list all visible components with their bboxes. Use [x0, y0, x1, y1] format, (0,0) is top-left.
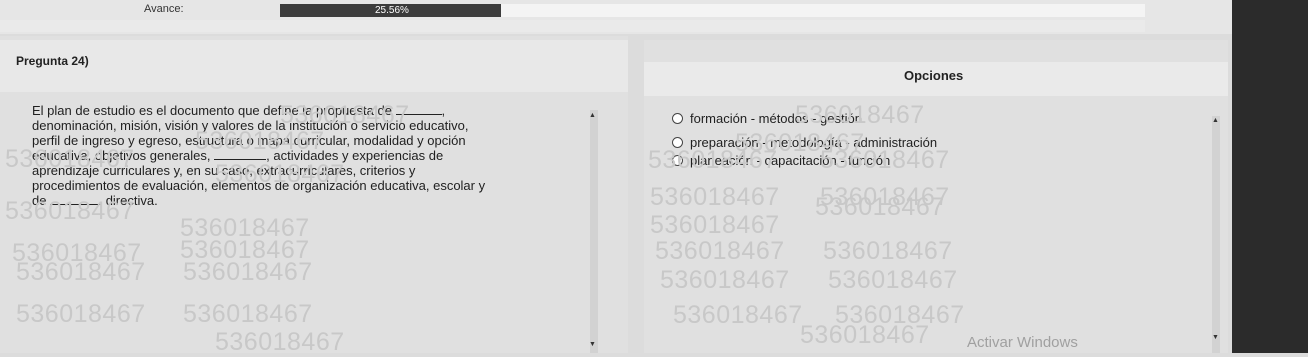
scroll-up-icon[interactable]: ▲ — [589, 112, 596, 119]
radio-icon[interactable] — [672, 155, 683, 166]
option-2[interactable]: preparación - metodología - administraci… — [672, 135, 937, 150]
question-line: educativa, objetivos generales, , activi… — [32, 148, 587, 163]
scroll-down-icon[interactable]: ▼ — [589, 341, 596, 348]
option-label: formación - métodos - gestión — [690, 111, 862, 126]
question-text-fragment: de — [32, 193, 51, 208]
horizontal-strip — [0, 20, 1145, 32]
question-line: denominación, misión, visión y valores d… — [32, 118, 587, 133]
option-label: preparación - metodología - administraci… — [690, 135, 938, 150]
radio-icon[interactable] — [672, 137, 683, 148]
progress-label: Avance: — [144, 3, 184, 15]
question-text-fragment: El plan de estudio es el documento que d… — [32, 103, 396, 118]
question-text-fragment: , — [441, 103, 446, 118]
answer-blank — [214, 148, 267, 160]
question-line: de directiva. — [32, 193, 587, 208]
question-line: perfil de ingreso y egreso, estructura o… — [32, 133, 587, 148]
activate-windows-text: Activar Windows — [967, 334, 1078, 351]
question-line: El plan de estudio es el documento que d… — [32, 103, 587, 118]
option-1[interactable]: formación - métodos - gestión — [672, 111, 862, 126]
right-edge-panel — [1232, 0, 1308, 353]
answer-blank — [395, 103, 442, 115]
question-text-fragment: denominación, misión, visión y valores d… — [32, 118, 469, 133]
options-title: Opciones — [904, 68, 964, 83]
question-text-fragment: aprendizaje curriculares y, en su caso, … — [32, 163, 416, 178]
question-text: El plan de estudio es el documento que d… — [32, 103, 587, 208]
option-3[interactable]: planeación - capacitación - función — [672, 153, 890, 168]
progress-percent: 25.56% — [375, 5, 409, 16]
scroll-down-icon[interactable]: ▼ — [1212, 334, 1219, 341]
radio-icon[interactable] — [672, 113, 683, 124]
question-line: aprendizaje curriculares y, en su caso, … — [32, 163, 587, 178]
option-label: planeación - capacitación - función — [690, 153, 891, 168]
answer-blank — [50, 193, 103, 205]
options-scrollbar[interactable] — [1212, 116, 1220, 353]
question-scrollbar[interactable] — [590, 110, 598, 353]
question-text-fragment: procedimientos de evaluación, elementos … — [32, 178, 486, 193]
scroll-up-icon[interactable]: ▲ — [1212, 117, 1219, 124]
question-title: Pregunta 24) — [16, 54, 89, 68]
question-text-fragment: perfil de ingreso y egreso, estructura o… — [32, 133, 466, 148]
question-text-fragment: educativa, objetivos generales, — [32, 148, 215, 163]
question-header — [0, 40, 628, 92]
question-text-fragment: directiva. — [102, 193, 158, 208]
question-line: procedimientos de evaluación, elementos … — [32, 178, 587, 193]
progress-bar: 25.56% — [280, 4, 1145, 17]
question-text-fragment: , actividades y experiencias de — [266, 148, 444, 163]
